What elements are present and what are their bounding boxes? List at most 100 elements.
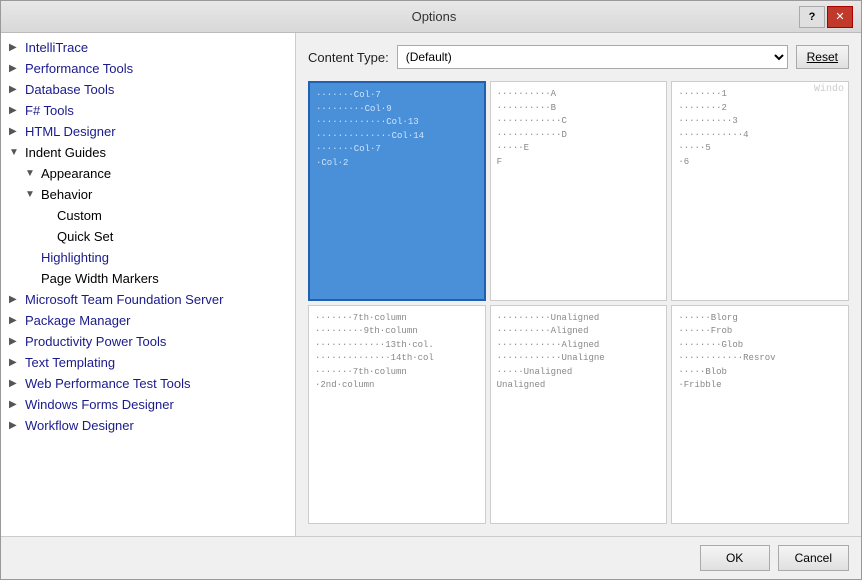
preview-grid: ·······Col·7·········Col·9·············C… — [308, 81, 849, 524]
cell-line: ·2nd·column — [315, 379, 479, 393]
content-type-row: Content Type: (Default)C/C++CSharpBasicT… — [308, 45, 849, 69]
sidebar-item-label-performance-tools: Performance Tools — [25, 61, 133, 76]
help-button[interactable]: ? — [799, 6, 825, 28]
sidebar-item-custom[interactable]: Custom — [1, 205, 295, 226]
sidebar-item-label-ms-team-foundation: Microsoft Team Foundation Server — [25, 292, 223, 307]
sidebar-item-windows-forms[interactable]: ▶ Windows Forms Designer — [1, 394, 295, 415]
sidebar-item-label-database-tools: Database Tools — [25, 82, 114, 97]
cell-line: ············D — [497, 129, 661, 143]
cancel-button[interactable]: Cancel — [778, 545, 849, 571]
sidebar-item-page-width-markers[interactable]: Page Width Markers — [1, 268, 295, 289]
close-button[interactable]: ✕ — [827, 6, 853, 28]
cell-line: ·······7th·column — [315, 312, 479, 326]
sidebar-item-productivity-power-tools[interactable]: ▶ Productivity Power Tools — [1, 331, 295, 352]
sidebar-item-label-highlighting: Highlighting — [41, 250, 109, 265]
sidebar-item-label-quick-set: Quick Set — [57, 229, 113, 244]
ms-team-foundation-arrow-icon: ▶ — [9, 294, 21, 305]
content-type-select[interactable]: (Default)C/C++CSharpBasicTypeScriptXAMLH… — [397, 45, 788, 69]
title-bar: Options ? ✕ — [1, 1, 861, 33]
sidebar-item-text-templating[interactable]: ▶ Text Templating — [1, 352, 295, 373]
sidebar-item-html-designer[interactable]: ▶HTML Designer — [1, 121, 295, 142]
sidebar-item-label-indent-guides: Indent Guides — [25, 145, 106, 160]
sidebar-item-label-html-designer: HTML Designer — [25, 124, 116, 139]
workflow-designer-arrow-icon: ▶ — [9, 420, 21, 431]
cell-line: Unaligned — [497, 379, 661, 393]
sidebar-item-label-text-templating: Text Templating — [25, 355, 115, 370]
cell-line: ·············Col·13 — [316, 116, 478, 130]
cell-line: ·····5 — [678, 142, 842, 156]
preview-cell-cell-3[interactable]: Windo········1········2··········3······… — [671, 81, 849, 301]
dialog-body: ▶IntelliTrace▶Performance Tools▶Database… — [1, 33, 861, 536]
cell-line: ·6 — [678, 156, 842, 170]
main-content: Content Type: (Default)C/C++CSharpBasicT… — [296, 33, 861, 536]
performance-tools-arrow-icon: ▶ — [9, 63, 21, 74]
cell-line: ············Unaligne — [497, 352, 661, 366]
cell-line: ·········Col·9 — [316, 103, 478, 117]
sidebar-item-appearance[interactable]: ▼Appearance — [1, 163, 295, 184]
sidebar-item-label-page-width-markers: Page Width Markers — [41, 271, 159, 286]
cell-line: ·····Blob — [678, 366, 842, 380]
cell-line: ········2 — [678, 102, 842, 116]
cell-line: ········Glob — [678, 339, 842, 353]
sidebar-item-label-intellitrace: IntelliTrace — [25, 40, 88, 55]
dialog-title: Options — [69, 9, 799, 24]
preview-cell-cell-6[interactable]: ······Blorg······Frob········Glob·······… — [671, 305, 849, 525]
sidebar-item-label-fsharp-tools: F# Tools — [25, 103, 74, 118]
cell-line: ··········A — [497, 88, 661, 102]
cell-line: F — [497, 156, 661, 170]
ok-button[interactable]: OK — [700, 545, 770, 571]
content-type-label: Content Type: — [308, 50, 389, 65]
sidebar-item-highlighting[interactable]: Highlighting — [1, 247, 295, 268]
sidebar-item-behavior[interactable]: ▼Behavior — [1, 184, 295, 205]
cell-line: ······Frob — [678, 325, 842, 339]
cell-line: ··········3 — [678, 115, 842, 129]
sidebar-item-quick-set[interactable]: Quick Set — [1, 226, 295, 247]
sidebar-item-ms-team-foundation[interactable]: ▶ Microsoft Team Foundation Server — [1, 289, 295, 310]
preview-cell-cell-4[interactable]: ·······7th·column·········9th·column····… — [308, 305, 486, 525]
sidebar-item-indent-guides[interactable]: ▼ Indent Guides — [1, 142, 295, 163]
preview-cell-cell-1[interactable]: ·······Col·7·········Col·9·············C… — [308, 81, 486, 301]
cell-line: ············Aligned — [497, 339, 661, 353]
sidebar-item-workflow-designer[interactable]: ▶ Workflow Designer — [1, 415, 295, 436]
cell-line: ··········Unaligned — [497, 312, 661, 326]
title-controls: ? ✕ — [799, 6, 853, 28]
cell-3-watermark: Windo — [814, 84, 844, 95]
sidebar-item-label-windows-forms: Windows Forms Designer — [25, 397, 174, 412]
preview-cell-cell-2[interactable]: ··········A··········B············C·····… — [490, 81, 668, 301]
productivity-power-tools-arrow-icon: ▶ — [9, 336, 21, 347]
sidebar-item-performance-tools[interactable]: ▶ Performance Tools — [1, 58, 295, 79]
sidebar-item-label-appearance: Appearance — [41, 166, 111, 181]
cell-line: ··············14th·col — [315, 352, 479, 366]
preview-cell-cell-5[interactable]: ··········Unaligned··········Aligned····… — [490, 305, 668, 525]
text-templating-arrow-icon: ▶ — [9, 357, 21, 368]
cell-line: ·······Col·7 — [316, 143, 478, 157]
sidebar-item-label-productivity-power-tools: Productivity Power Tools — [25, 334, 166, 349]
cell-line: ·······Col·7 — [316, 89, 478, 103]
web-performance-arrow-icon: ▶ — [9, 378, 21, 389]
cell-line: ······Blorg — [678, 312, 842, 326]
indent-guides-arrow-icon: ▼ — [9, 147, 21, 158]
sidebar-item-web-performance[interactable]: ▶Web Performance Test Tools — [1, 373, 295, 394]
windows-forms-arrow-icon: ▶ — [9, 399, 21, 410]
behavior-arrow-icon: ▼ — [25, 189, 37, 200]
cell-line: ·Fribble — [678, 379, 842, 393]
cell-line: ············C — [497, 115, 661, 129]
sidebar-item-package-manager[interactable]: ▶ Package Manager — [1, 310, 295, 331]
sidebar-item-database-tools[interactable]: ▶Database Tools — [1, 79, 295, 100]
cell-line: ·Col·2 — [316, 157, 478, 171]
cell-line: ··············Col·14 — [316, 130, 478, 144]
sidebar-item-label-package-manager: Package Manager — [25, 313, 131, 328]
sidebar-item-intellitrace[interactable]: ▶ IntelliTrace — [1, 37, 295, 58]
package-manager-arrow-icon: ▶ — [9, 315, 21, 326]
cell-line: ·········9th·column — [315, 325, 479, 339]
sidebar-item-fsharp-tools[interactable]: ▶ F# Tools — [1, 100, 295, 121]
sidebar-item-label-custom: Custom — [57, 208, 102, 223]
reset-button[interactable]: Reset — [796, 45, 849, 69]
cell-line: ·······7th·column — [315, 366, 479, 380]
cell-line: ··········Aligned — [497, 325, 661, 339]
fsharp-tools-arrow-icon: ▶ — [9, 105, 21, 116]
sidebar-item-label-workflow-designer: Workflow Designer — [25, 418, 134, 433]
cell-line: ············Resrov — [678, 352, 842, 366]
intellitrace-arrow-icon: ▶ — [9, 42, 21, 53]
cell-line: ············4 — [678, 129, 842, 143]
